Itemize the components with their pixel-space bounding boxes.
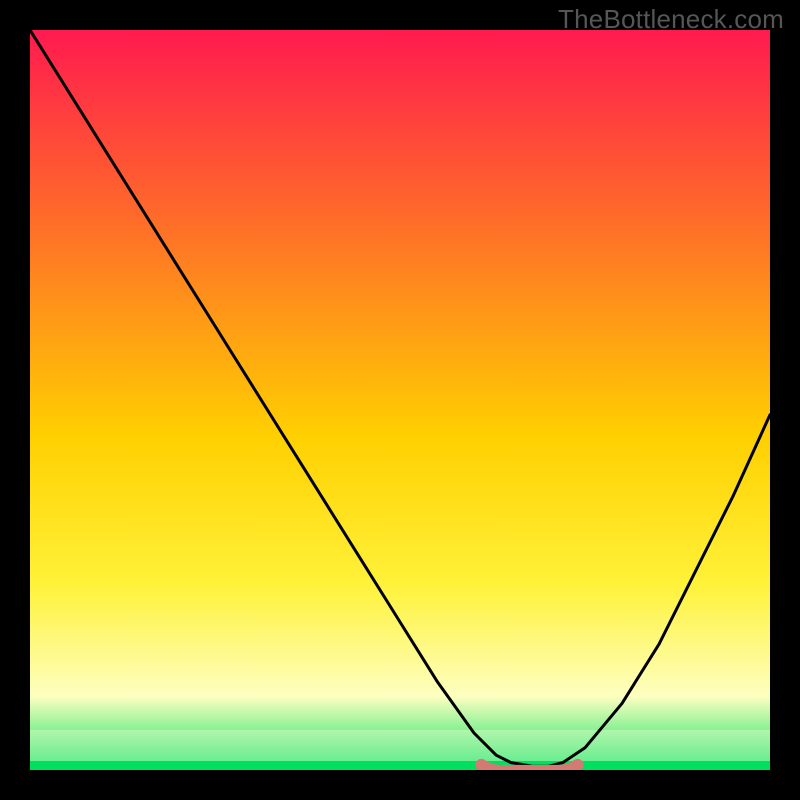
gradient-background [30,30,770,770]
plot-area [30,30,770,770]
watermark-text: TheBottleneck.com [558,4,784,35]
chart-frame: TheBottleneck.com [0,0,800,800]
green-baseline [30,761,770,770]
pale-band [30,730,770,761]
optimal-zone-marker [481,765,577,770]
chart-svg [30,30,770,770]
